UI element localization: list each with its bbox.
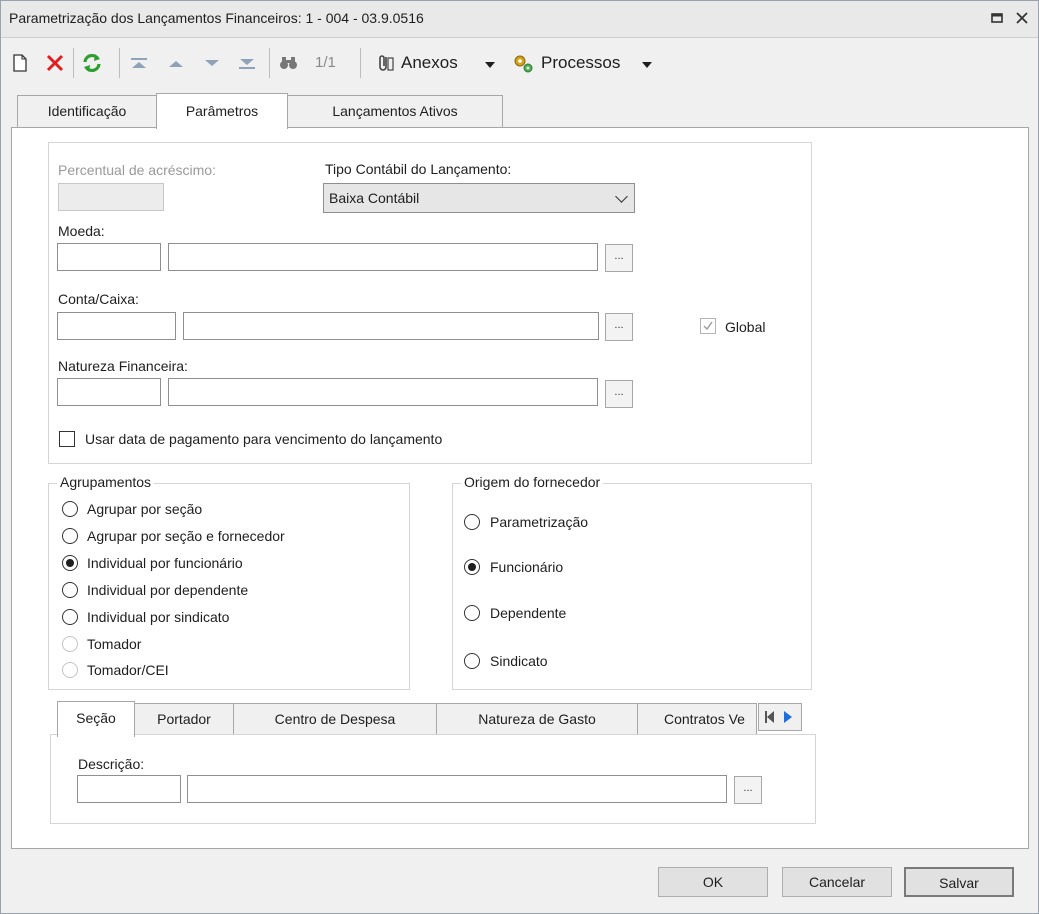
radio-agrupar-secao-fornecedor[interactable] xyxy=(62,528,78,544)
processes-dropdown-icon[interactable] xyxy=(642,62,652,68)
paperclip-icon xyxy=(371,50,397,76)
radio-individual-dependente[interactable] xyxy=(62,582,78,598)
conta-caixa-code-input[interactable] xyxy=(57,312,176,340)
first-record-icon[interactable] xyxy=(126,50,152,76)
toolbar: 1/1 Anexos Processos xyxy=(1,38,1038,86)
global-checkbox xyxy=(700,318,716,334)
radio-agrupar-secao[interactable] xyxy=(62,501,78,517)
conta-caixa-label: Conta/Caixa: xyxy=(58,291,139,307)
usar-data-label: Usar data de pagamento para vencimento d… xyxy=(85,431,443,447)
tipo-contabil-value: Baixa Contábil xyxy=(329,190,420,206)
radio-label: Agrupar por seção e fornecedor xyxy=(87,528,285,544)
moeda-description-input[interactable] xyxy=(168,243,598,271)
app-window: Parametrização dos Lançamentos Financeir… xyxy=(0,0,1039,914)
descricao-text-input[interactable] xyxy=(187,775,727,803)
usar-data-checkbox[interactable] xyxy=(59,431,75,447)
radio-label: Tomador/CEI xyxy=(87,662,169,678)
cancel-button[interactable]: Cancelar xyxy=(782,867,892,897)
percentual-input xyxy=(58,183,164,211)
radio-individual-sindicato[interactable] xyxy=(62,609,78,625)
subtab-centro-despesa[interactable]: Centro de Despesa xyxy=(233,703,437,735)
tab-scroll-left-icon[interactable] xyxy=(764,710,776,727)
attachments-dropdown-icon[interactable] xyxy=(485,62,495,68)
window-title: Parametrização dos Lançamentos Financeir… xyxy=(9,10,424,26)
descricao-lookup-button[interactable]: ... xyxy=(734,776,762,804)
attachments-menu[interactable]: Anexos xyxy=(401,53,458,73)
new-document-icon[interactable] xyxy=(7,50,33,76)
tab-scroll-right-icon[interactable] xyxy=(782,710,794,727)
record-counter: 1/1 xyxy=(315,54,336,71)
chevron-down-icon xyxy=(615,190,628,203)
radio-tomador-cei xyxy=(62,662,78,678)
subtab-portador[interactable]: Portador xyxy=(134,703,234,735)
radio-label: Agrupar por seção xyxy=(87,501,203,517)
radio-tomador xyxy=(62,636,78,652)
radio-sindicato[interactable] xyxy=(464,653,480,669)
title-bar: Parametrização dos Lançamentos Financeir… xyxy=(1,1,1038,38)
radio-label: Individual por funcionário xyxy=(87,555,243,571)
natureza-code-input[interactable] xyxy=(57,378,161,406)
subtab-natureza-gasto[interactable]: Natureza de Gasto xyxy=(436,703,638,735)
radio-label: Individual por dependente xyxy=(87,582,249,598)
moeda-lookup-button[interactable]: ... xyxy=(605,244,633,272)
tipo-contabil-label: Tipo Contábil do Lançamento: xyxy=(325,161,512,177)
radio-dependente[interactable] xyxy=(464,605,480,621)
radio-label: Individual por sindicato xyxy=(87,609,230,625)
natureza-description-input[interactable] xyxy=(168,378,598,406)
radio-label: Funcionário xyxy=(490,559,564,575)
radio-label: Parametrização xyxy=(490,514,589,530)
radio-parametrizacao[interactable] xyxy=(464,514,480,530)
ok-button[interactable]: OK xyxy=(658,867,768,897)
previous-record-icon[interactable] xyxy=(163,50,189,76)
binoculars-icon[interactable] xyxy=(275,50,301,76)
descricao-code-input[interactable] xyxy=(77,775,181,803)
descricao-label: Descrição: xyxy=(78,756,145,772)
percentual-label: Percentual de acréscimo: xyxy=(58,162,216,178)
radio-label: Tomador xyxy=(87,636,142,652)
last-record-icon[interactable] xyxy=(234,50,260,76)
refresh-icon[interactable] xyxy=(79,50,105,76)
radio-label: Dependente xyxy=(490,605,567,621)
tab-parametros[interactable]: Parâmetros xyxy=(156,93,288,129)
natureza-lookup-button[interactable]: ... xyxy=(605,380,633,408)
radio-funcionario[interactable] xyxy=(464,559,480,575)
radio-individual-funcionario[interactable] xyxy=(62,555,78,571)
tipo-contabil-select[interactable]: Baixa Contábil xyxy=(323,183,635,213)
tab-identificacao[interactable]: Identificação xyxy=(17,95,157,127)
radio-selected-dot xyxy=(468,563,476,571)
origem-fornecedor-title: Origem do fornecedor xyxy=(461,474,604,490)
natureza-label: Natureza Financeira: xyxy=(58,358,188,374)
radio-label: Sindicato xyxy=(490,653,548,669)
close-icon[interactable] xyxy=(1013,9,1031,27)
subtab-secao[interactable]: Seção xyxy=(57,701,135,737)
global-label: Global xyxy=(725,319,766,335)
save-button[interactable]: Salvar xyxy=(904,867,1014,897)
moeda-label: Moeda: xyxy=(58,223,105,239)
subtab-scroller xyxy=(758,703,802,731)
restore-icon[interactable] xyxy=(988,9,1006,27)
delete-x-icon[interactable] xyxy=(42,50,68,76)
conta-caixa-lookup-button[interactable]: ... xyxy=(605,313,633,341)
subtab-contratos[interactable]: Contratos Ve xyxy=(637,703,757,734)
conta-caixa-description-input[interactable] xyxy=(183,312,599,340)
moeda-code-input[interactable] xyxy=(57,243,161,271)
next-record-icon[interactable] xyxy=(199,50,225,76)
radio-selected-dot xyxy=(66,559,74,567)
gears-icon xyxy=(510,50,536,76)
agrupamentos-title: Agrupamentos xyxy=(57,474,155,490)
tab-lancamentos-ativos[interactable]: Lançamentos Ativos xyxy=(287,95,503,127)
processes-menu[interactable]: Processos xyxy=(541,53,620,73)
